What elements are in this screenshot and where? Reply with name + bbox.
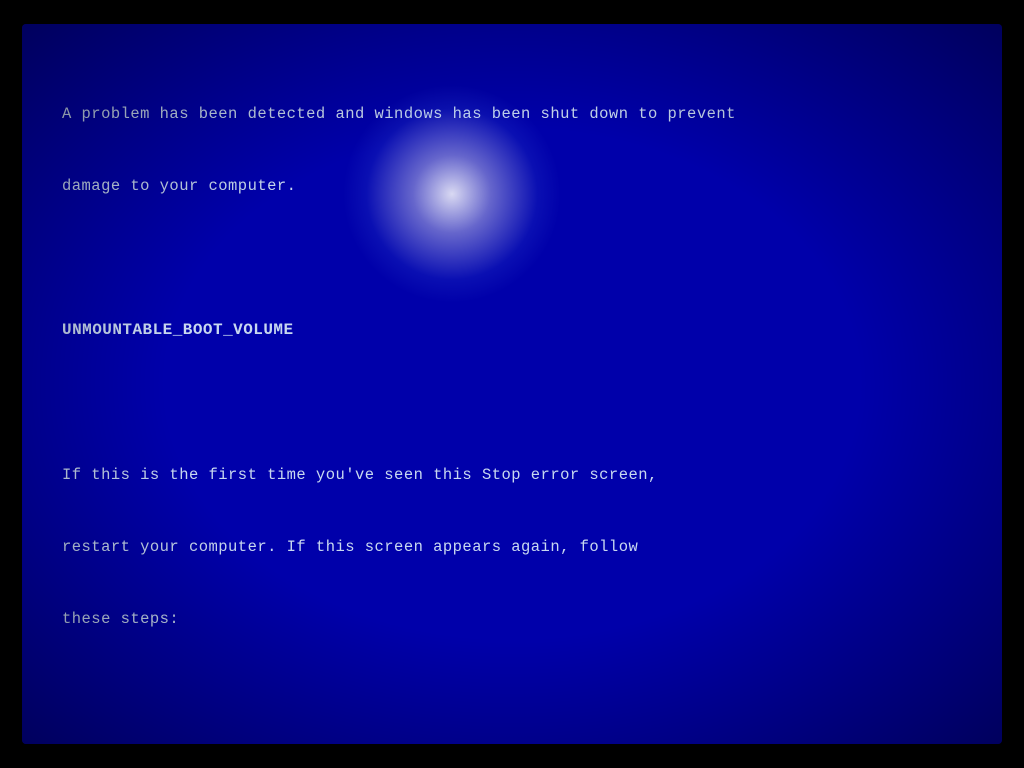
- bsod-screen: A problem has been detected and windows …: [22, 24, 1002, 744]
- para1-line1: If this is the first time you've seen th…: [62, 463, 775, 487]
- line-1: A problem has been detected and windows …: [62, 102, 775, 126]
- bsod-content: A problem has been detected and windows …: [62, 54, 775, 744]
- para1-line2: restart your computer. If this screen ap…: [62, 535, 775, 559]
- line-2: damage to your computer.: [62, 174, 775, 198]
- para1-line3: these steps:: [62, 607, 775, 631]
- blank-3: [62, 679, 775, 703]
- blank-2: [62, 391, 775, 415]
- error-code: UNMOUNTABLE_BOOT_VOLUME: [62, 318, 775, 343]
- blank-1: [62, 246, 775, 270]
